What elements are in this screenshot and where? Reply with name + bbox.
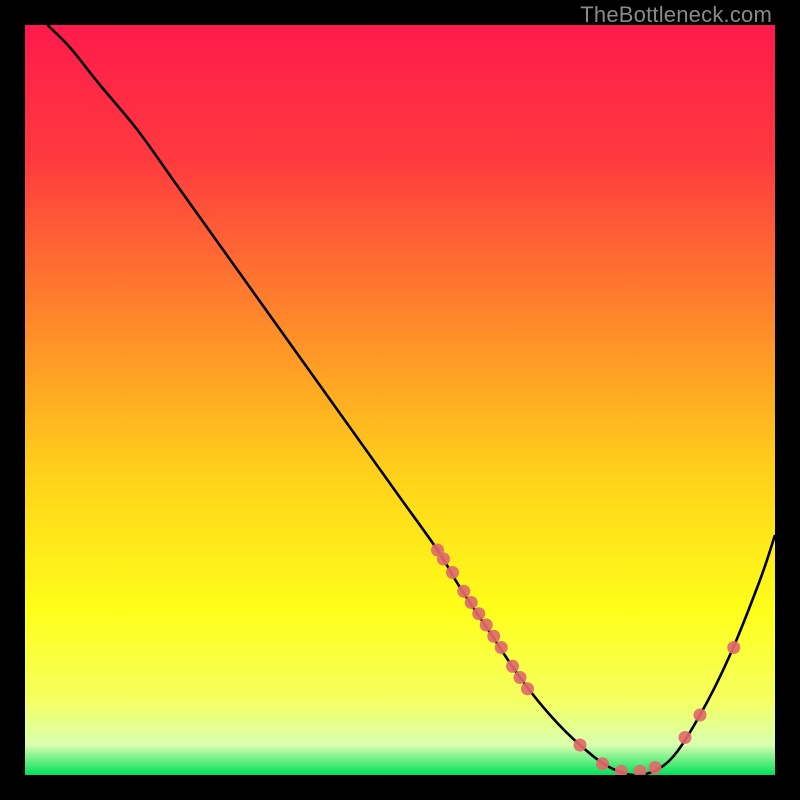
bottleneck-chart bbox=[25, 25, 775, 775]
scatter-dot bbox=[446, 566, 459, 579]
scatter-dot bbox=[472, 607, 485, 620]
scatter-dot bbox=[457, 585, 470, 598]
scatter-dot bbox=[465, 596, 478, 609]
scatter-dot bbox=[506, 660, 519, 673]
scatter-dot bbox=[596, 757, 609, 770]
scatter-dot bbox=[437, 553, 450, 566]
scatter-dot bbox=[487, 630, 500, 643]
scatter-dot bbox=[694, 709, 707, 722]
chart-frame bbox=[25, 25, 775, 775]
scatter-dot bbox=[727, 641, 740, 654]
chart-background bbox=[25, 25, 775, 775]
scatter-dot bbox=[480, 619, 493, 632]
scatter-dot bbox=[574, 739, 587, 752]
scatter-dot bbox=[649, 761, 662, 774]
scatter-dot bbox=[521, 682, 534, 695]
scatter-dot bbox=[679, 731, 692, 744]
scatter-dot bbox=[495, 641, 508, 654]
scatter-dot bbox=[514, 671, 527, 684]
